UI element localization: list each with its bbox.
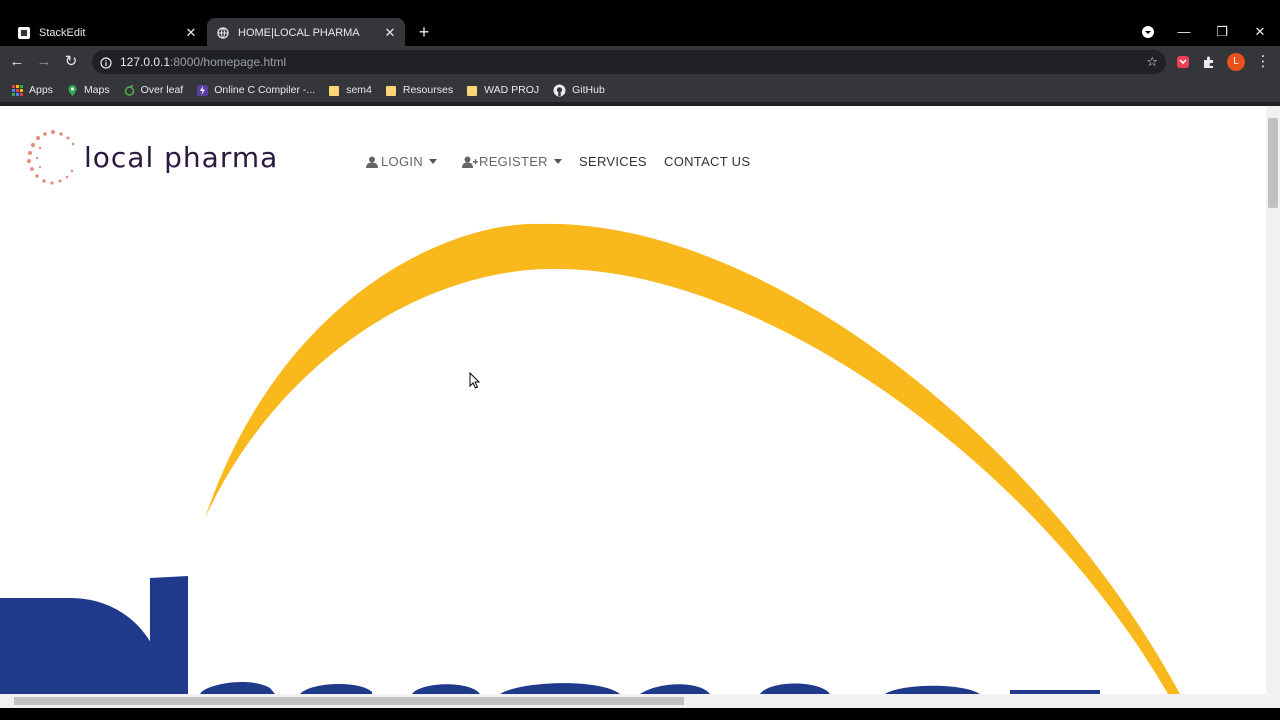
tab-home-local-pharma[interactable]: HOME|LOCAL PHARMA ✕: [207, 18, 405, 48]
profile-dropdown-icon[interactable]: [1136, 20, 1160, 44]
address-bar[interactable]: 127.0.0.1:8000/homepage.html ☆: [92, 50, 1166, 74]
apps-grid-icon: [12, 84, 23, 96]
window-bottom-border: [0, 708, 1280, 720]
tab-stackedit[interactable]: StackEdit ✕: [8, 18, 206, 48]
bookmark-label: Over leaf: [140, 84, 184, 96]
hero-letter-fragment: [500, 683, 620, 694]
logo-dots-icon: [27, 130, 75, 185]
nav-register-label: REGISTER: [479, 154, 548, 169]
compiler-icon: [197, 84, 209, 96]
url-host: 127.0.0.1: [120, 55, 171, 69]
bookmark-label: sem4: [346, 84, 372, 96]
hero-letter-fragment: [760, 683, 830, 694]
menu-kebab-icon[interactable]: ⋮: [1252, 51, 1274, 73]
pocket-extension-icon[interactable]: [1172, 51, 1194, 73]
tab-strip: StackEdit ✕ HOME|LOCAL PHARMA ✕ + — ❐ ✕: [0, 0, 1280, 48]
bookmark-github[interactable]: GitHub: [553, 84, 605, 97]
hero-letter-fragment: [200, 681, 275, 694]
hero-letter-fragment: [885, 685, 980, 694]
bookmark-label: Online C Compiler -...: [214, 84, 316, 96]
nav-services[interactable]: SERVICES: [579, 154, 647, 169]
reload-button[interactable]: ↻: [60, 51, 82, 73]
hero-letter-p: [0, 598, 165, 694]
hero-letter-fragment: [640, 684, 710, 694]
bookmark-apps[interactable]: Apps: [12, 84, 53, 96]
hero-letter-l: [150, 576, 188, 694]
nav-contact-us[interactable]: CONTACT US: [664, 154, 750, 169]
bookmark-label: GitHub: [572, 84, 605, 96]
bookmark-overleaf[interactable]: Over leaf: [124, 83, 184, 96]
bookmark-label: Resourses: [402, 84, 454, 96]
minimize-icon[interactable]: —: [1172, 20, 1196, 44]
tab-title: StackEdit: [39, 27, 86, 39]
folder-icon: [467, 85, 478, 96]
stackedit-favicon-icon: [18, 27, 30, 39]
extensions-puzzle-icon[interactable]: [1198, 51, 1220, 73]
close-tab-icon[interactable]: ✕: [182, 24, 200, 42]
user-plus-icon: [462, 156, 479, 168]
avatar-letter: L: [1233, 56, 1239, 67]
restore-icon[interactable]: ❐: [1210, 20, 1234, 44]
horizontal-scrollbar[interactable]: [0, 694, 1280, 708]
chevron-down-icon: [428, 159, 437, 164]
nav-services-label: SERVICES: [579, 154, 647, 169]
avatar[interactable]: L: [1225, 51, 1247, 73]
user-icon: [366, 156, 378, 168]
bookmark-star-icon[interactable]: ☆: [1146, 54, 1158, 70]
hero-arc: [205, 223, 1180, 694]
folder-icon: [385, 85, 397, 96]
nav-register-dropdown[interactable]: REGISTER: [462, 154, 562, 169]
bookmark-folder-resourses[interactable]: Resourses: [385, 84, 454, 96]
info-icon[interactable]: [100, 56, 112, 69]
tab-title: HOME|LOCAL PHARMA: [238, 27, 360, 39]
close-tab-icon[interactable]: ✕: [381, 24, 399, 42]
bookmark-label: WAD PROJ: [484, 84, 540, 96]
hero-logo-graphic: [0, 223, 1180, 694]
back-button[interactable]: ←: [6, 51, 28, 73]
bookmark-folder-sem4[interactable]: sem4: [329, 84, 372, 96]
github-icon: [553, 84, 566, 97]
new-tab-button[interactable]: +: [414, 22, 434, 42]
globe-icon: [217, 27, 229, 39]
vertical-scrollbar[interactable]: [1266, 106, 1280, 694]
page-viewport: local pharma LOGIN REGISTER SERVICES CON…: [0, 106, 1266, 694]
browser-toolbar: ← → ↻ 127.0.0.1:8000/homepage.html ☆ L ⋮: [0, 46, 1280, 78]
mouse-cursor-icon: [469, 372, 481, 389]
close-window-icon[interactable]: ✕: [1248, 20, 1272, 44]
url-text[interactable]: 127.0.0.1:8000/homepage.html: [120, 55, 286, 69]
bookmark-label: Maps: [83, 84, 110, 96]
url-path: :8000/homepage.html: [170, 55, 287, 69]
vertical-scrollbar-thumb[interactable]: [1268, 118, 1278, 208]
nav-login-dropdown[interactable]: LOGIN: [366, 154, 437, 169]
site-logo[interactable]: local pharma: [26, 128, 278, 186]
bookmarks-bar: Apps Maps Over leaf Online C Compiler -.…: [0, 78, 1280, 102]
bookmark-label: Apps: [29, 84, 53, 96]
hero-letter-fragment: [412, 684, 480, 694]
logo-text: local pharma: [84, 140, 279, 174]
nav-contact-label: CONTACT US: [664, 154, 751, 169]
bookmark-folder-wad-proj[interactable]: WAD PROJ: [467, 84, 539, 96]
nav-login-label: LOGIN: [381, 154, 423, 169]
folder-icon: [329, 85, 340, 96]
bookmark-online-c-compiler[interactable]: Online C Compiler -...: [197, 84, 315, 96]
forward-button[interactable]: →: [33, 51, 55, 73]
maps-pin-icon: [67, 84, 78, 96]
hero-letter-fragment: [300, 683, 372, 694]
horizontal-scrollbar-thumb[interactable]: [14, 697, 684, 705]
browser-chrome: StackEdit ✕ HOME|LOCAL PHARMA ✕ + — ❐ ✕ …: [0, 0, 1280, 106]
overleaf-icon: [124, 83, 135, 96]
chevron-down-icon: [553, 159, 562, 164]
bookmark-maps[interactable]: Maps: [67, 84, 110, 96]
